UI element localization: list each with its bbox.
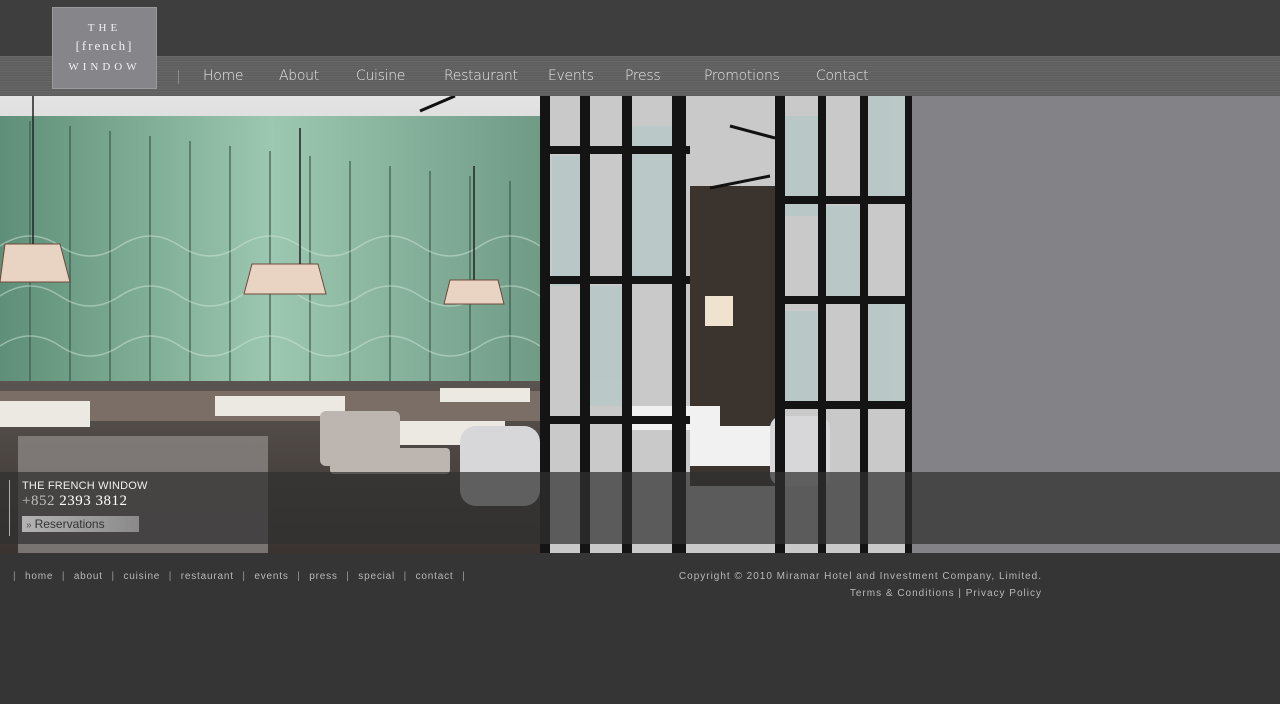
- footer-link-special[interactable]: special: [358, 571, 395, 582]
- privacy-link[interactable]: Privacy Policy: [966, 588, 1042, 599]
- nav-press[interactable]: Press: [625, 68, 661, 84]
- phone-digits: 2393 3812: [59, 493, 128, 509]
- nav-events[interactable]: Events: [548, 68, 594, 84]
- phone-prefix: +852: [22, 493, 55, 509]
- logo-line-2: [french]: [75, 38, 134, 53]
- nav-contact[interactable]: Contact: [816, 68, 869, 84]
- footer-links: | home | about | cuisine | restaurant | …: [13, 571, 466, 582]
- nav-cuisine[interactable]: Cuisine: [356, 68, 405, 84]
- footer-link-contact[interactable]: contact: [416, 571, 454, 582]
- nav-about[interactable]: About: [279, 68, 319, 84]
- footer-link-cuisine[interactable]: cuisine: [123, 571, 160, 582]
- footer-link-restaurant[interactable]: restaurant: [181, 571, 234, 582]
- footer-link-events[interactable]: events: [254, 571, 288, 582]
- logo-line-3: WINDOW: [68, 61, 141, 73]
- logo-line-1: THE: [87, 22, 122, 34]
- reservations-button[interactable]: » Reservations: [22, 516, 139, 532]
- restaurant-name: THE FRENCH WINDOW: [22, 480, 148, 492]
- legal-links: Terms & Conditions | Privacy Policy: [849, 588, 1042, 599]
- top-bar: [0, 0, 1280, 56]
- footer-link-home[interactable]: home: [25, 571, 53, 582]
- footer-link-press[interactable]: press: [309, 571, 337, 582]
- nav-home[interactable]: Home: [203, 68, 243, 84]
- reservations-label: Reservations: [34, 517, 105, 531]
- info-divider: [9, 480, 10, 536]
- nav-promotions[interactable]: Promotions: [704, 68, 780, 84]
- copyright-text: Copyright © 2010 Miramar Hotel and Inves…: [678, 571, 1042, 582]
- logo[interactable]: THE [french] WINDOW: [52, 7, 157, 89]
- double-chevron-right-icon: »: [26, 520, 32, 531]
- nav-divider: [178, 70, 179, 84]
- nav-restaurant[interactable]: Restaurant: [444, 68, 518, 84]
- footer-link-about[interactable]: about: [74, 571, 103, 582]
- terms-link[interactable]: Terms & Conditions: [850, 588, 955, 599]
- phone-number: +852 2393 3812: [22, 493, 127, 510]
- info-band: [0, 472, 1280, 544]
